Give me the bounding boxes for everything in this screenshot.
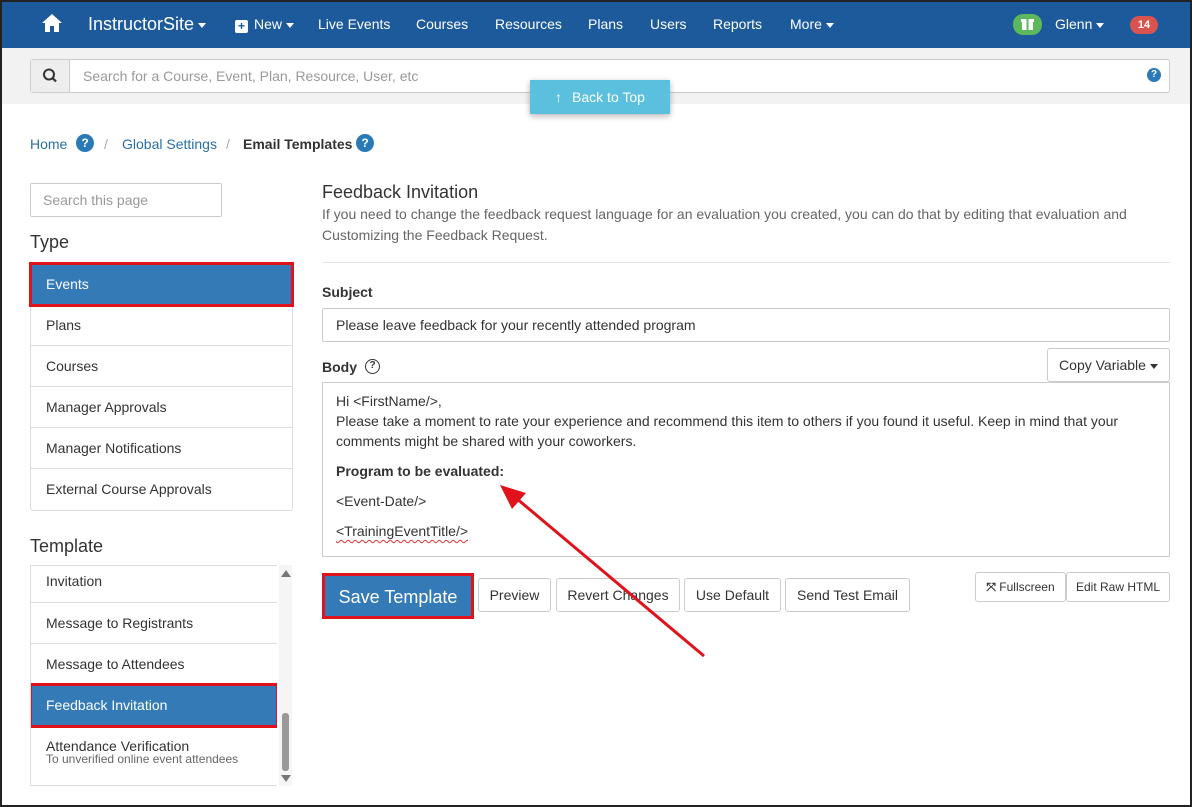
template-item-attendance-verification[interactable]: Attendance Verification To unverified on…	[31, 726, 277, 785]
chevron-down-icon	[286, 22, 295, 28]
preview-button[interactable]: Preview	[478, 578, 551, 612]
subject-label: Subject	[322, 284, 373, 300]
type-item-events[interactable]: Events	[29, 262, 294, 307]
type-item-manager-approvals[interactable]: Manager Approvals	[31, 387, 292, 428]
gift-icon[interactable]	[1013, 14, 1042, 35]
top-navbar: InstructorSite + New Live Events Courses …	[0, 0, 1192, 48]
user-name: Glenn	[1055, 16, 1093, 32]
template-item-subtitle: To unverified online event attendees	[46, 752, 239, 766]
type-item-plans[interactable]: Plans	[31, 305, 292, 346]
nav-users[interactable]: Users	[650, 0, 687, 48]
template-item-invitation[interactable]: Invitation	[31, 566, 277, 603]
use-default-button[interactable]: Use Default	[684, 578, 781, 612]
more-menu[interactable]: More	[790, 0, 834, 48]
divider	[322, 262, 1170, 263]
back-to-top-button[interactable]: ↑ Back to Top	[530, 80, 670, 114]
type-item-courses[interactable]: Courses	[31, 346, 292, 387]
chevron-down-icon	[198, 22, 207, 28]
type-item-manager-notifications[interactable]: Manager Notifications	[31, 428, 292, 469]
template-item-message-registrants[interactable]: Message to Registrants	[31, 603, 277, 644]
chevron-down-icon	[1149, 363, 1158, 369]
page-search-input[interactable]	[30, 183, 222, 217]
scroll-thumb[interactable]	[282, 713, 289, 771]
body-label: Body	[322, 359, 357, 375]
subject-input[interactable]	[322, 308, 1170, 342]
chevron-down-icon	[1096, 22, 1105, 28]
breadcrumb-home[interactable]: Home	[30, 136, 67, 152]
plus-icon: +	[235, 20, 248, 33]
template-item-feedback-invitation[interactable]: Feedback Invitation	[31, 683, 277, 728]
template-title: Feedback Invitation	[322, 182, 479, 202]
nav-live-events[interactable]: Live Events	[318, 0, 390, 48]
new-label: New	[254, 16, 283, 32]
template-item-message-attendees[interactable]: Message to Attendees	[31, 644, 277, 685]
breadcrumb-global-settings[interactable]: Global Settings	[122, 136, 217, 152]
template-heading: Template	[30, 536, 104, 556]
type-list: Events Plans Courses Manager Approvals M…	[29, 262, 294, 511]
user-menu[interactable]: Glenn	[1055, 0, 1105, 48]
home-icon[interactable]	[41, 12, 63, 34]
body-editor[interactable]: Hi <FirstName/>, Please take a moment to…	[322, 382, 1170, 557]
notification-badge[interactable]: 14	[1130, 16, 1158, 34]
new-menu[interactable]: + New	[235, 0, 295, 48]
body-variable-event-title: <TrainingEventTitle/>	[336, 523, 469, 539]
edit-raw-html-button[interactable]: Edit Raw HTML	[1066, 572, 1170, 602]
body-greeting: Hi <FirstName/>,	[336, 393, 442, 409]
scroll-up-icon[interactable]	[281, 570, 291, 577]
fullscreen-icon: ⤧	[986, 580, 996, 594]
body-heading: Program to be evaluated:	[336, 463, 505, 479]
template-description: If you need to change the feedback reque…	[322, 206, 1127, 243]
copy-variable-dropdown[interactable]: Copy Variable	[1047, 348, 1170, 382]
revert-changes-button[interactable]: Revert Changes	[556, 578, 680, 612]
body-variable-event-date: <Event-Date/>	[336, 493, 427, 509]
type-heading: Type	[30, 232, 70, 252]
back-to-top-label: Back to Top	[572, 89, 645, 105]
nav-resources[interactable]: Resources	[495, 0, 562, 48]
search-help-icon[interactable]: ?	[1147, 68, 1161, 82]
template-list-scrollbar[interactable]	[279, 565, 292, 786]
template-list: Invitation Message to Registrants Messag…	[30, 565, 277, 786]
chevron-down-icon	[825, 22, 834, 28]
fullscreen-label: Fullscreen	[999, 580, 1055, 594]
brand-label: InstructorSite	[88, 14, 195, 34]
brand-menu[interactable]: InstructorSite	[88, 0, 207, 48]
breadcrumb-current: Email Templates	[243, 136, 353, 152]
search-icon	[31, 60, 70, 92]
body-help-icon[interactable]: ?	[365, 359, 380, 374]
breadcrumb-separator: /	[226, 136, 230, 152]
copy-variable-label: Copy Variable	[1059, 357, 1146, 373]
nav-plans[interactable]: Plans	[588, 0, 623, 48]
fullscreen-button[interactable]: ⤧ Fullscreen	[975, 572, 1066, 602]
nav-reports[interactable]: Reports	[713, 0, 762, 48]
breadcrumb-separator: /	[104, 136, 108, 152]
scroll-down-icon[interactable]	[281, 775, 291, 782]
body-paragraph: Please take a moment to rate your experi…	[336, 413, 1119, 449]
send-test-email-button[interactable]: Send Test Email	[785, 578, 910, 612]
type-item-external-course-approvals[interactable]: External Course Approvals	[31, 469, 292, 510]
save-template-button[interactable]: Save Template	[322, 573, 474, 619]
home-help-icon[interactable]: ?	[76, 134, 94, 152]
page-help-icon[interactable]: ?	[356, 134, 374, 152]
nav-courses[interactable]: Courses	[416, 0, 468, 48]
arrow-up-icon: ↑	[555, 89, 563, 105]
more-label: More	[790, 16, 822, 32]
